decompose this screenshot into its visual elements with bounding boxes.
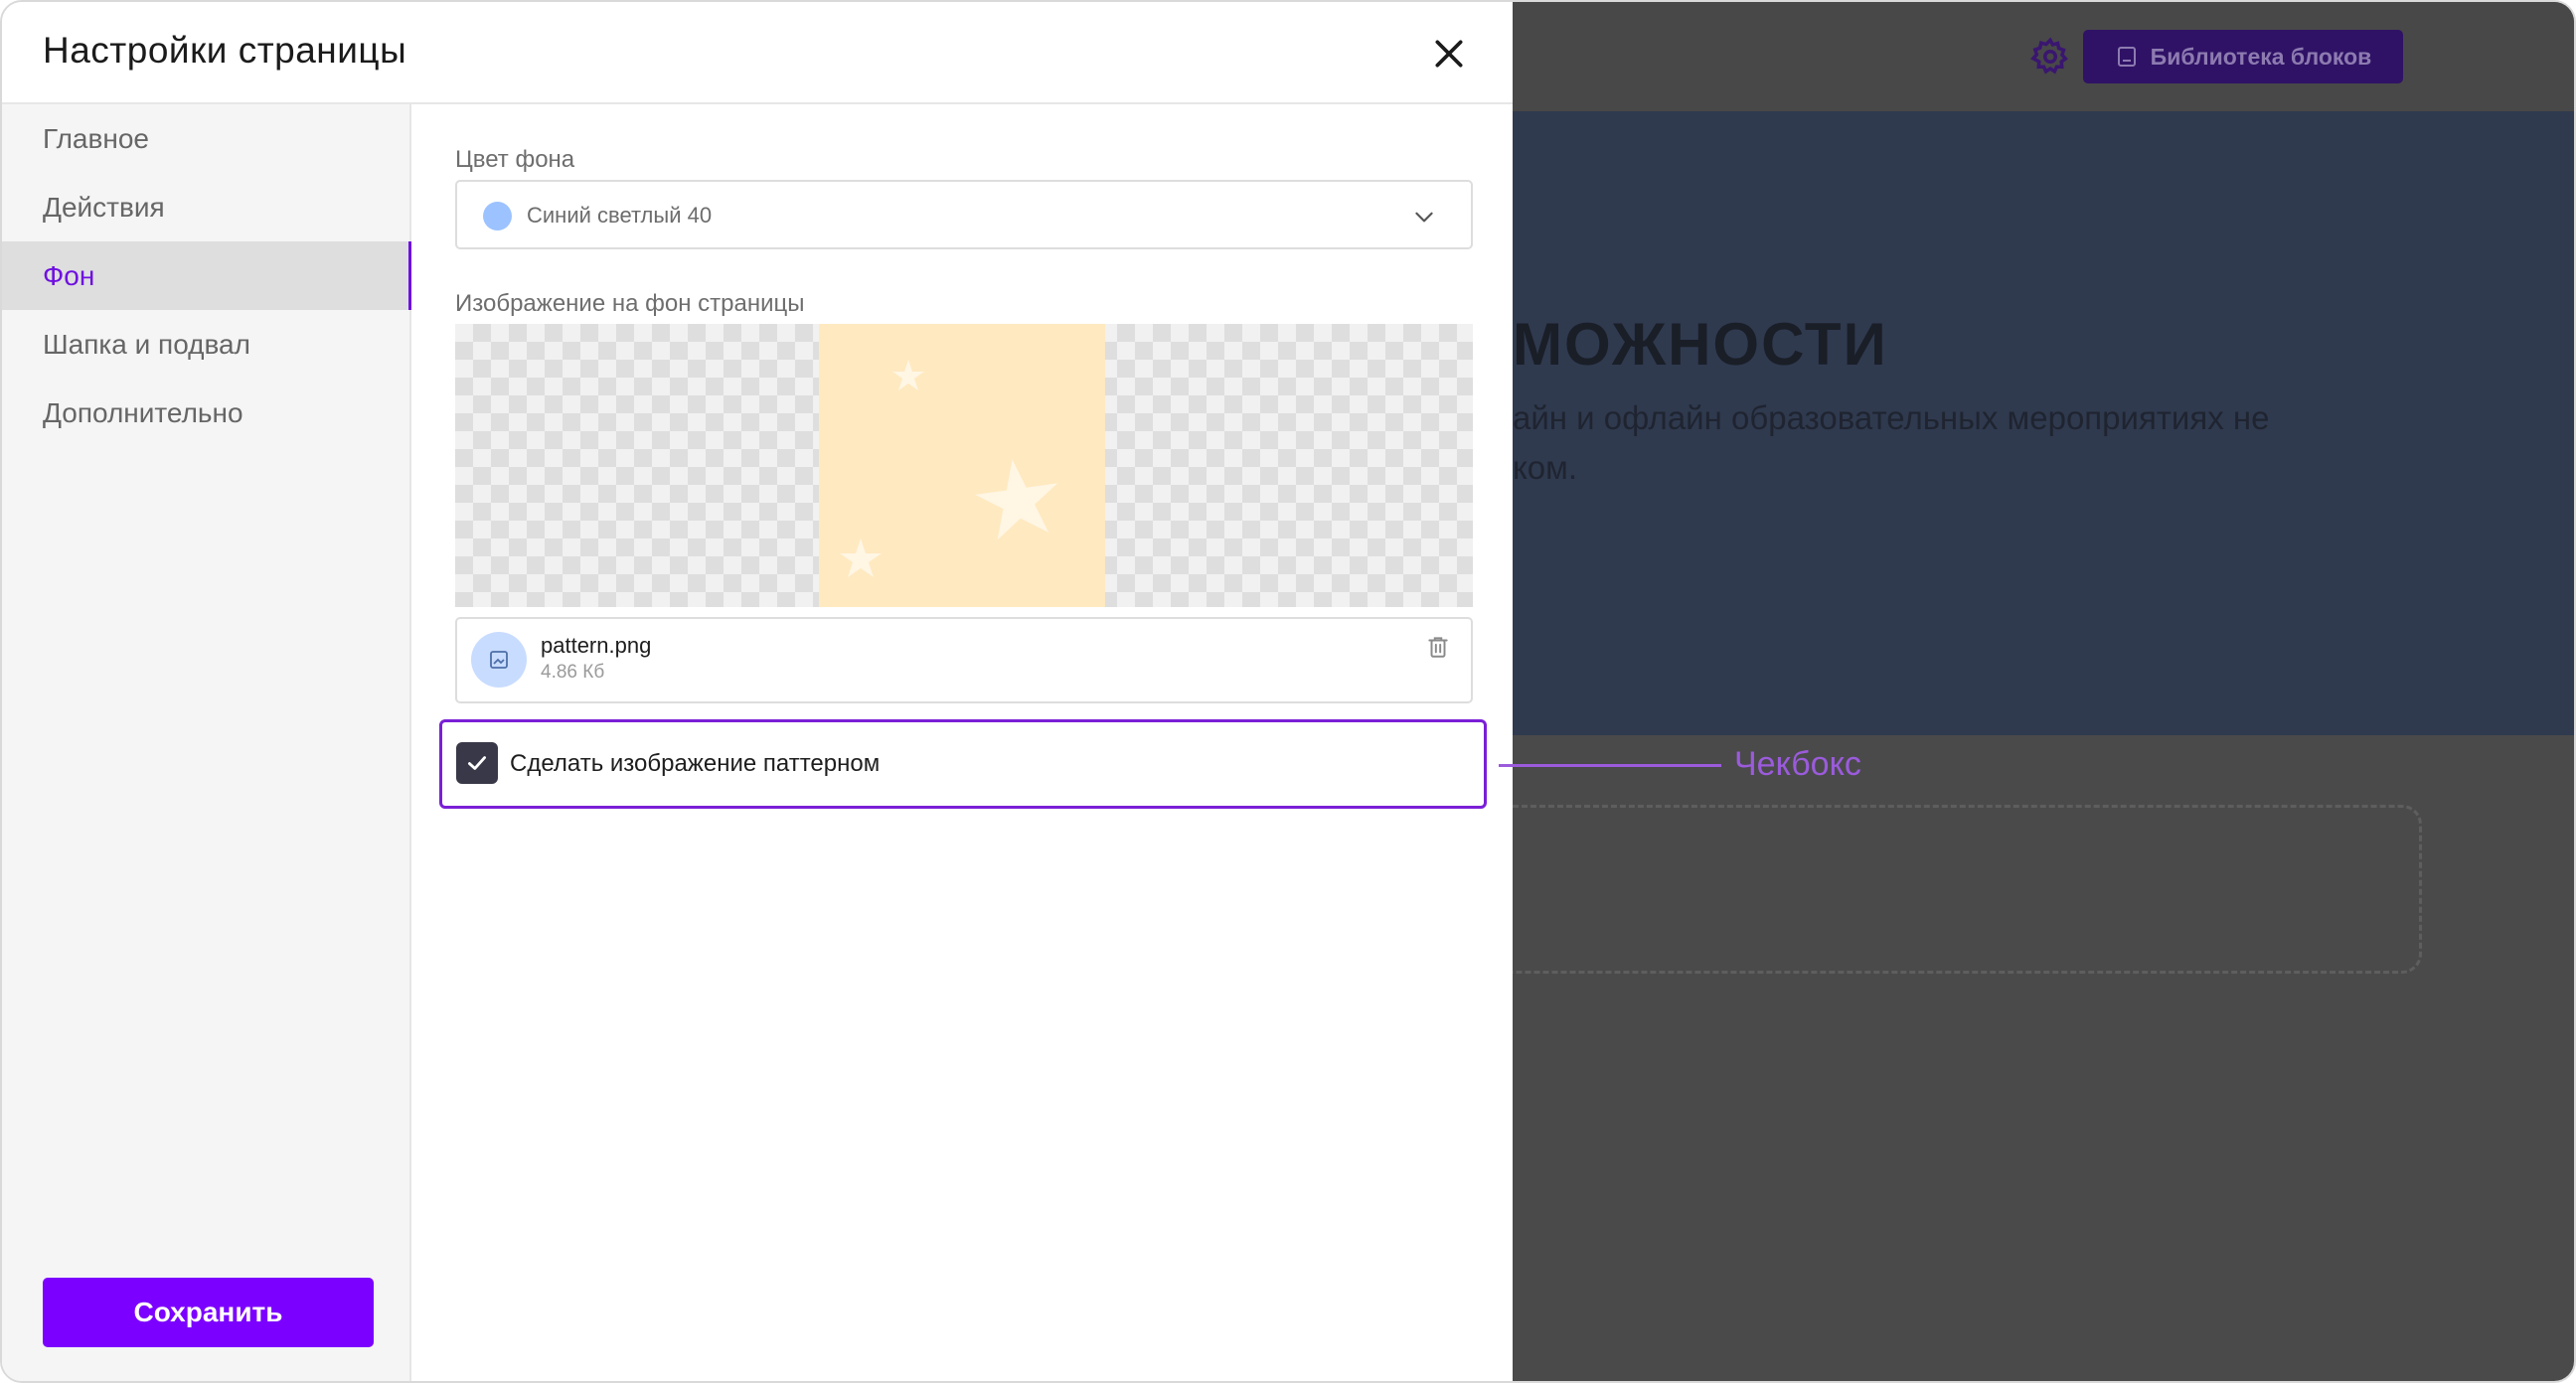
- block-library-label: Библиотека блоков: [2150, 43, 2372, 70]
- background-color-value: Синий светлый 40: [527, 203, 713, 228]
- editor-background: Библиотека блоков МОЖНОСТИ айн и офлайн …: [1513, 2, 2574, 1381]
- background-image-label: Изображение на фон страницы: [455, 290, 805, 317]
- callout-label: Чекбокс: [1734, 745, 1861, 783]
- uploaded-file-card: pattern.png 4.86 Кб: [455, 617, 1473, 703]
- chevron-down-icon: [1415, 212, 1433, 223]
- sidebar-item-actions[interactable]: Действия: [2, 173, 411, 241]
- hero-text-line-2: ком.: [1513, 449, 1578, 486]
- sidebar-item-background[interactable]: Фон: [2, 241, 411, 310]
- modal-header: Настройки страницы: [2, 2, 1513, 104]
- sidebar-item-additional[interactable]: Дополнительно: [2, 379, 411, 447]
- hero-title: МОЖНОСТИ: [1513, 311, 1888, 378]
- close-icon[interactable]: [1429, 34, 1469, 74]
- empty-block-placeholder: [1513, 805, 2422, 974]
- library-icon: [2117, 47, 2136, 67]
- modal-title: Настройки страницы: [43, 30, 407, 71]
- gear-icon[interactable]: [2029, 36, 2071, 77]
- pattern-checkbox[interactable]: [456, 742, 498, 784]
- page-settings-modal: Настройки страницы Главное Действия Фон …: [2, 2, 1513, 1381]
- check-icon: [468, 756, 486, 770]
- stars-pattern-icon: [840, 360, 1058, 577]
- background-color-select[interactable]: Синий светлый 40: [455, 180, 1473, 249]
- app-window: Библиотека блоков МОЖНОСТИ айн и офлайн …: [0, 0, 2576, 1383]
- sidebar-item-header-footer[interactable]: Шапка и подвал: [2, 310, 411, 379]
- file-name: pattern.png: [541, 633, 652, 658]
- save-button[interactable]: Сохранить: [43, 1278, 374, 1347]
- background-settings-panel: Цвет фона Синий светлый 40 Изображение н…: [413, 104, 1513, 1381]
- background-image-preview: [455, 324, 1473, 607]
- pattern-image: [819, 324, 1105, 607]
- pattern-checkbox-label[interactable]: Сделать изображение паттерном: [510, 750, 880, 778]
- sidebar-item-main[interactable]: Главное: [2, 104, 411, 173]
- callout-line: [1499, 764, 1721, 767]
- editor-topbar: Библиотека блоков: [1513, 2, 2574, 111]
- hero-section: МОЖНОСТИ айн и офлайн образовательных ме…: [1513, 111, 2574, 735]
- color-swatch: [483, 202, 512, 230]
- hero-text-line-1: айн и офлайн образовательных мероприятия…: [1513, 399, 2270, 436]
- image-file-icon: [471, 632, 527, 688]
- settings-sidebar: Главное Действия Фон Шапка и подвал Допо…: [2, 104, 411, 1381]
- file-size: 4.86 Кб: [541, 662, 605, 683]
- block-library-button[interactable]: Библиотека блоков: [2083, 30, 2403, 83]
- trash-icon[interactable]: [1425, 633, 1451, 661]
- background-color-label: Цвет фона: [455, 146, 575, 173]
